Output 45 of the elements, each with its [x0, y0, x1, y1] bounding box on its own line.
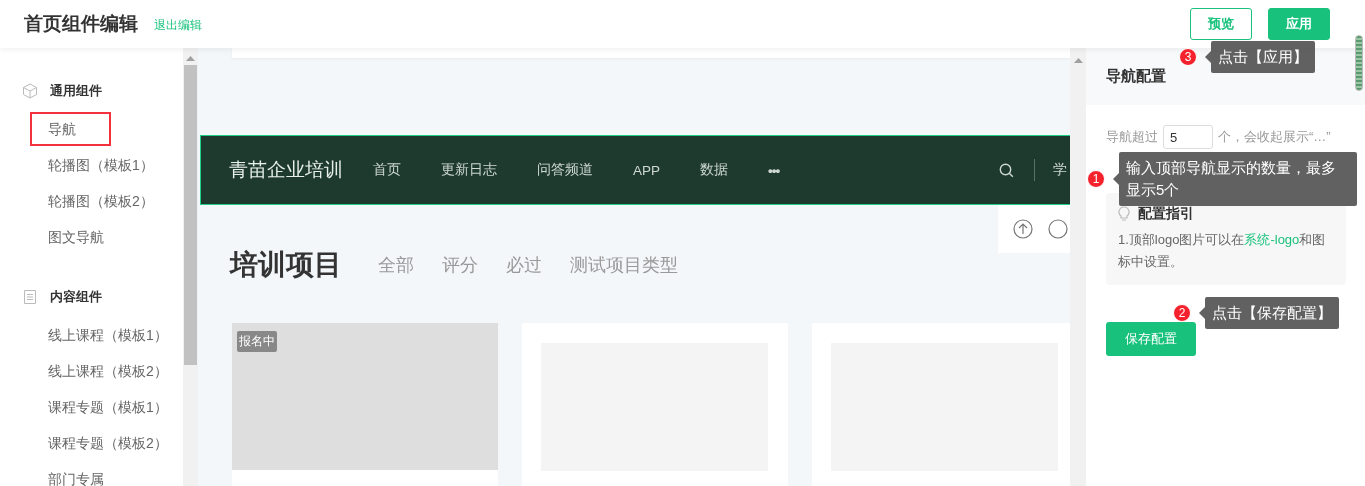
field-label: 个，会收起展示“…”	[1218, 128, 1331, 146]
scrollbar[interactable]	[183, 48, 198, 486]
sidebar-item[interactable]: 课程专题（模板1）	[30, 390, 174, 424]
section-heading: 培训项目	[230, 248, 342, 282]
group-heading: 通用组件	[50, 82, 102, 100]
cube-icon	[22, 83, 38, 99]
search-icon[interactable]	[999, 162, 1014, 178]
sidebar-item[interactable]: 线上课程（模板2）	[30, 354, 174, 388]
nav-link[interactable]: 学	[1053, 161, 1070, 179]
arrow-up-circle-icon[interactable]	[1013, 219, 1033, 239]
lightbulb-icon	[1118, 206, 1130, 222]
nav-link[interactable]: 问答频道	[537, 161, 593, 179]
sidebar-item[interactable]: 导航	[30, 112, 111, 146]
more-link[interactable]: •••	[768, 162, 780, 178]
sidebar-item[interactable]: 轮播图（模板2）	[30, 184, 160, 218]
scrollbar[interactable]	[1355, 35, 1363, 91]
sidebar-item[interactable]: 轮播图（模板1）	[30, 148, 160, 182]
guide-title: 配置指引	[1138, 205, 1194, 223]
tooltip: 点击【应用】	[1205, 41, 1315, 73]
document-icon	[22, 289, 38, 305]
nav-link[interactable]: 首页	[373, 161, 401, 179]
site-logo: 青苗企业培训	[229, 158, 343, 182]
field-label: 导航超过	[1106, 128, 1158, 146]
course-card[interactable]: 报名中	[232, 323, 498, 486]
scroll-up-arrow-icon[interactable]	[1073, 58, 1083, 63]
group-heading: 内容组件	[50, 288, 102, 306]
sidebar-item[interactable]: 线上课程（模板1）	[30, 318, 174, 352]
nav-link[interactable]: 更新日志	[441, 161, 497, 179]
page-title: 首页组件编辑	[24, 12, 138, 36]
nav-link[interactable]: APP	[633, 162, 660, 178]
tooltip: 点击【保存配置】	[1199, 297, 1339, 329]
status-badge: 报名中	[237, 331, 277, 352]
guide-text: 1.顶部logo图片可以在系统-logo和图标中设置。	[1118, 231, 1327, 271]
nav-link[interactable]: 数据	[700, 161, 728, 179]
sidebar-item[interactable]: 课程专题（模板2）	[30, 426, 174, 460]
circle-icon[interactable]	[1048, 219, 1068, 239]
scrollbar[interactable]	[1070, 48, 1086, 486]
tooltip: 输入顶部导航显示的数量，最多显示5个	[1113, 152, 1357, 206]
panel-title: 导航配置	[1106, 67, 1166, 86]
nav-limit-input[interactable]: 5	[1163, 125, 1213, 149]
sidebar-item[interactable]: 部门专属	[30, 462, 111, 486]
step-badge: 2	[1173, 304, 1191, 322]
step-badge: 1	[1087, 170, 1105, 188]
sidebar-item[interactable]: 图文导航	[30, 220, 111, 254]
scroll-up-arrow-icon[interactable]	[186, 56, 195, 61]
